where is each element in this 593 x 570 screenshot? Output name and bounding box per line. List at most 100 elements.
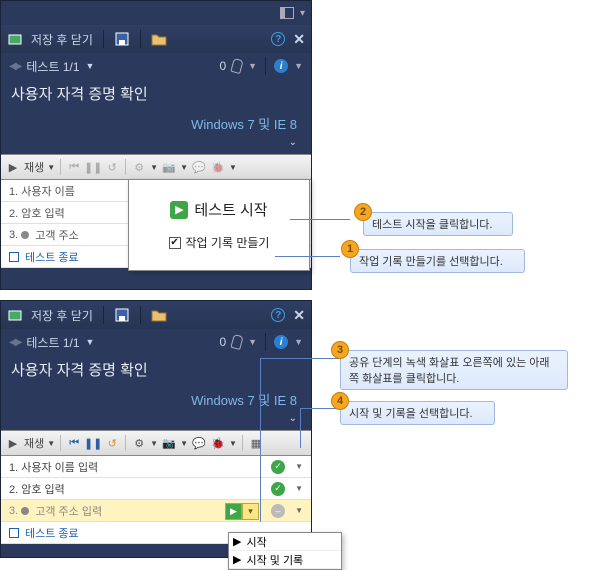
step-play-button[interactable]: ▶	[225, 503, 242, 520]
chevron-down-icon[interactable]: ▼	[86, 61, 95, 71]
step-row-current[interactable]: 3. 고객 주소 입력 ▶ ▾ – ▼	[1, 500, 311, 522]
help-icon[interactable]: ?	[271, 32, 285, 46]
step-play-dropdown[interactable]: ▾	[242, 503, 259, 520]
callout-text: 시작 및 기록을 선택합니다.	[349, 408, 473, 420]
extra-icon[interactable]: ▦	[248, 435, 264, 451]
chevron-down-icon[interactable]: ▼	[229, 439, 237, 448]
record-icon[interactable]: ▶	[5, 435, 21, 451]
play-icon: ▶	[233, 553, 241, 566]
window-title: 저장 후 닫기	[31, 307, 93, 324]
open-folder-icon[interactable]	[151, 307, 167, 323]
chevron-down-icon[interactable]: ▼	[294, 61, 303, 71]
step-label: 3.	[9, 229, 18, 241]
bug-icon[interactable]: 🐞	[210, 435, 226, 451]
step-toolbar: ▶ 재생 ▼ ⏮ ❚❚ ↺ ⚙ ▼ 📷 ▼ 💬 🐞 ▼	[1, 154, 311, 180]
step-row[interactable]: 2. 암호 입력 ✓ ▼	[1, 478, 311, 500]
nav-arrows-icon[interactable]: ◀▶	[9, 61, 20, 72]
pause-icon[interactable]: ❚❚	[85, 435, 101, 451]
save-icon[interactable]	[114, 31, 130, 47]
loop-icon: ↺	[104, 159, 120, 175]
comment-icon: 💬	[191, 159, 207, 175]
env-chevron-icon[interactable]: ⌄	[1, 413, 311, 430]
chevron-down-icon[interactable]: ▼	[150, 163, 158, 172]
comment-icon[interactable]: 💬	[191, 435, 207, 451]
callout-1: 1 작업 기록 만들기를 선택합니다.	[350, 249, 525, 273]
paperclip-icon[interactable]	[231, 58, 244, 74]
callout-2: 2 테스트 시작을 클릭합니다.	[363, 212, 513, 236]
step-label: 테스트 종료	[25, 525, 79, 541]
callout-4: 4 시작 및 기록을 선택합니다.	[340, 401, 495, 425]
loop-icon[interactable]: ↺	[104, 435, 120, 451]
layout-icon[interactable]	[280, 7, 294, 19]
chevron-down-icon[interactable]: ▼	[180, 439, 188, 448]
callout-number: 1	[341, 240, 359, 258]
camera-icon[interactable]: 📷	[161, 435, 177, 451]
test-counter: 테스트 1/1	[26, 58, 79, 75]
callout-text: 테스트 시작을 클릭합니다.	[372, 219, 493, 231]
status-pass-icon: ✓	[271, 460, 285, 474]
attachment-count: 0	[219, 335, 226, 349]
record-icon[interactable]: ▶	[5, 159, 21, 175]
help-icon[interactable]: ?	[271, 308, 285, 322]
menu-label: 시작 및 기록	[246, 552, 303, 568]
open-folder-icon[interactable]	[151, 31, 167, 47]
chevron-down-icon[interactable]: ▼	[86, 337, 95, 347]
step-toolbar: ▶ 재생 ▼ ⏮ ❚❚ ↺ ⚙ ▼ 📷 ▼ 💬 🐞 ▼ ▦	[1, 430, 311, 456]
test-heading: 사용자 자격 증명 확인	[1, 355, 311, 388]
callout-3: 3 공유 단계의 녹색 화살표 오른쪽에 있는 아래쪽 화살표를 클릭합니다.	[340, 350, 568, 390]
close-icon[interactable]: ✕	[293, 307, 305, 324]
chevron-down-icon[interactable]: ▼	[248, 337, 257, 347]
rewind-icon: ⏮	[66, 159, 82, 175]
nav-arrows-icon[interactable]: ◀▶	[9, 337, 20, 348]
pause-icon: ❚❚	[85, 159, 101, 175]
step-label: 2. 암호 입력	[9, 205, 65, 221]
attachment-count: 0	[219, 59, 226, 73]
info-icon[interactable]: i	[274, 59, 288, 73]
callout-text: 공유 단계의 녹색 화살표 오른쪽에 있는 아래쪽 화살표를 클릭합니다.	[349, 357, 550, 385]
rewind-icon[interactable]: ⏮	[66, 435, 82, 451]
menu-item-start-record[interactable]: ▶ 시작 및 기록	[229, 551, 341, 569]
window-top-controls: ▾	[1, 1, 311, 25]
chevron-down-icon[interactable]: ▼	[229, 163, 237, 172]
chevron-down-icon[interactable]: ▼	[47, 439, 55, 448]
step-label: 3.	[9, 505, 18, 517]
test-heading: 사용자 자격 증명 확인	[1, 79, 311, 112]
chevron-down-icon[interactable]: ▼	[180, 163, 188, 172]
chevron-down-icon[interactable]: ▼	[295, 484, 303, 493]
bullet-icon	[21, 507, 29, 515]
environment-label: Windows 7 및 IE 8	[1, 112, 311, 137]
chevron-down-icon[interactable]: ▼	[294, 337, 303, 347]
paperclip-icon[interactable]	[231, 334, 244, 350]
bullet-icon	[21, 231, 29, 239]
start-test-button[interactable]: ▶ 테스트 시작	[170, 199, 267, 220]
step-label: 고객 주소 입력	[35, 503, 102, 519]
play-label: 재생	[24, 435, 44, 451]
app-icon	[7, 31, 23, 47]
env-chevron-icon[interactable]: ⌄	[1, 137, 311, 154]
chevron-down-icon[interactable]: ▾	[300, 8, 305, 19]
chevron-down-icon[interactable]: ▼	[47, 163, 55, 172]
test-runner-window-2: 저장 후 닫기 ? ✕ ◀▶ 테스트 1/1 ▼ 0 ▼ i ▼	[0, 300, 312, 558]
end-icon	[9, 252, 19, 262]
action-icon[interactable]: ⚙	[131, 435, 147, 451]
step-play-menu: ▶ 시작 ▶ 시작 및 기록	[228, 532, 342, 570]
create-action-log-checkbox[interactable]: ✔ 작업 기록 만들기	[169, 234, 270, 251]
step-label: 2. 암호 입력	[9, 481, 65, 497]
play-icon: ▶	[233, 535, 241, 548]
chevron-down-icon[interactable]: ▼	[248, 61, 257, 71]
chevron-down-icon[interactable]: ▼	[295, 462, 303, 471]
chevron-down-icon[interactable]: ▼	[295, 506, 303, 515]
chevron-down-icon[interactable]: ▼	[150, 439, 158, 448]
close-icon[interactable]: ✕	[293, 31, 305, 48]
step-label: 테스트 종료	[25, 249, 79, 265]
save-icon[interactable]	[114, 307, 130, 323]
bug-icon: 🐞	[210, 159, 226, 175]
environment-label: Windows 7 및 IE 8	[1, 388, 311, 413]
checkbox-icon: ✔	[169, 237, 181, 249]
test-counter: 테스트 1/1	[26, 334, 79, 351]
menu-item-start[interactable]: ▶ 시작	[229, 533, 341, 551]
start-test-label: 테스트 시작	[194, 199, 267, 220]
info-icon[interactable]: i	[274, 335, 288, 349]
step-row[interactable]: 1. 사용자 이름 입력 ✓ ▼	[1, 456, 311, 478]
status-pending-icon: –	[271, 504, 285, 518]
